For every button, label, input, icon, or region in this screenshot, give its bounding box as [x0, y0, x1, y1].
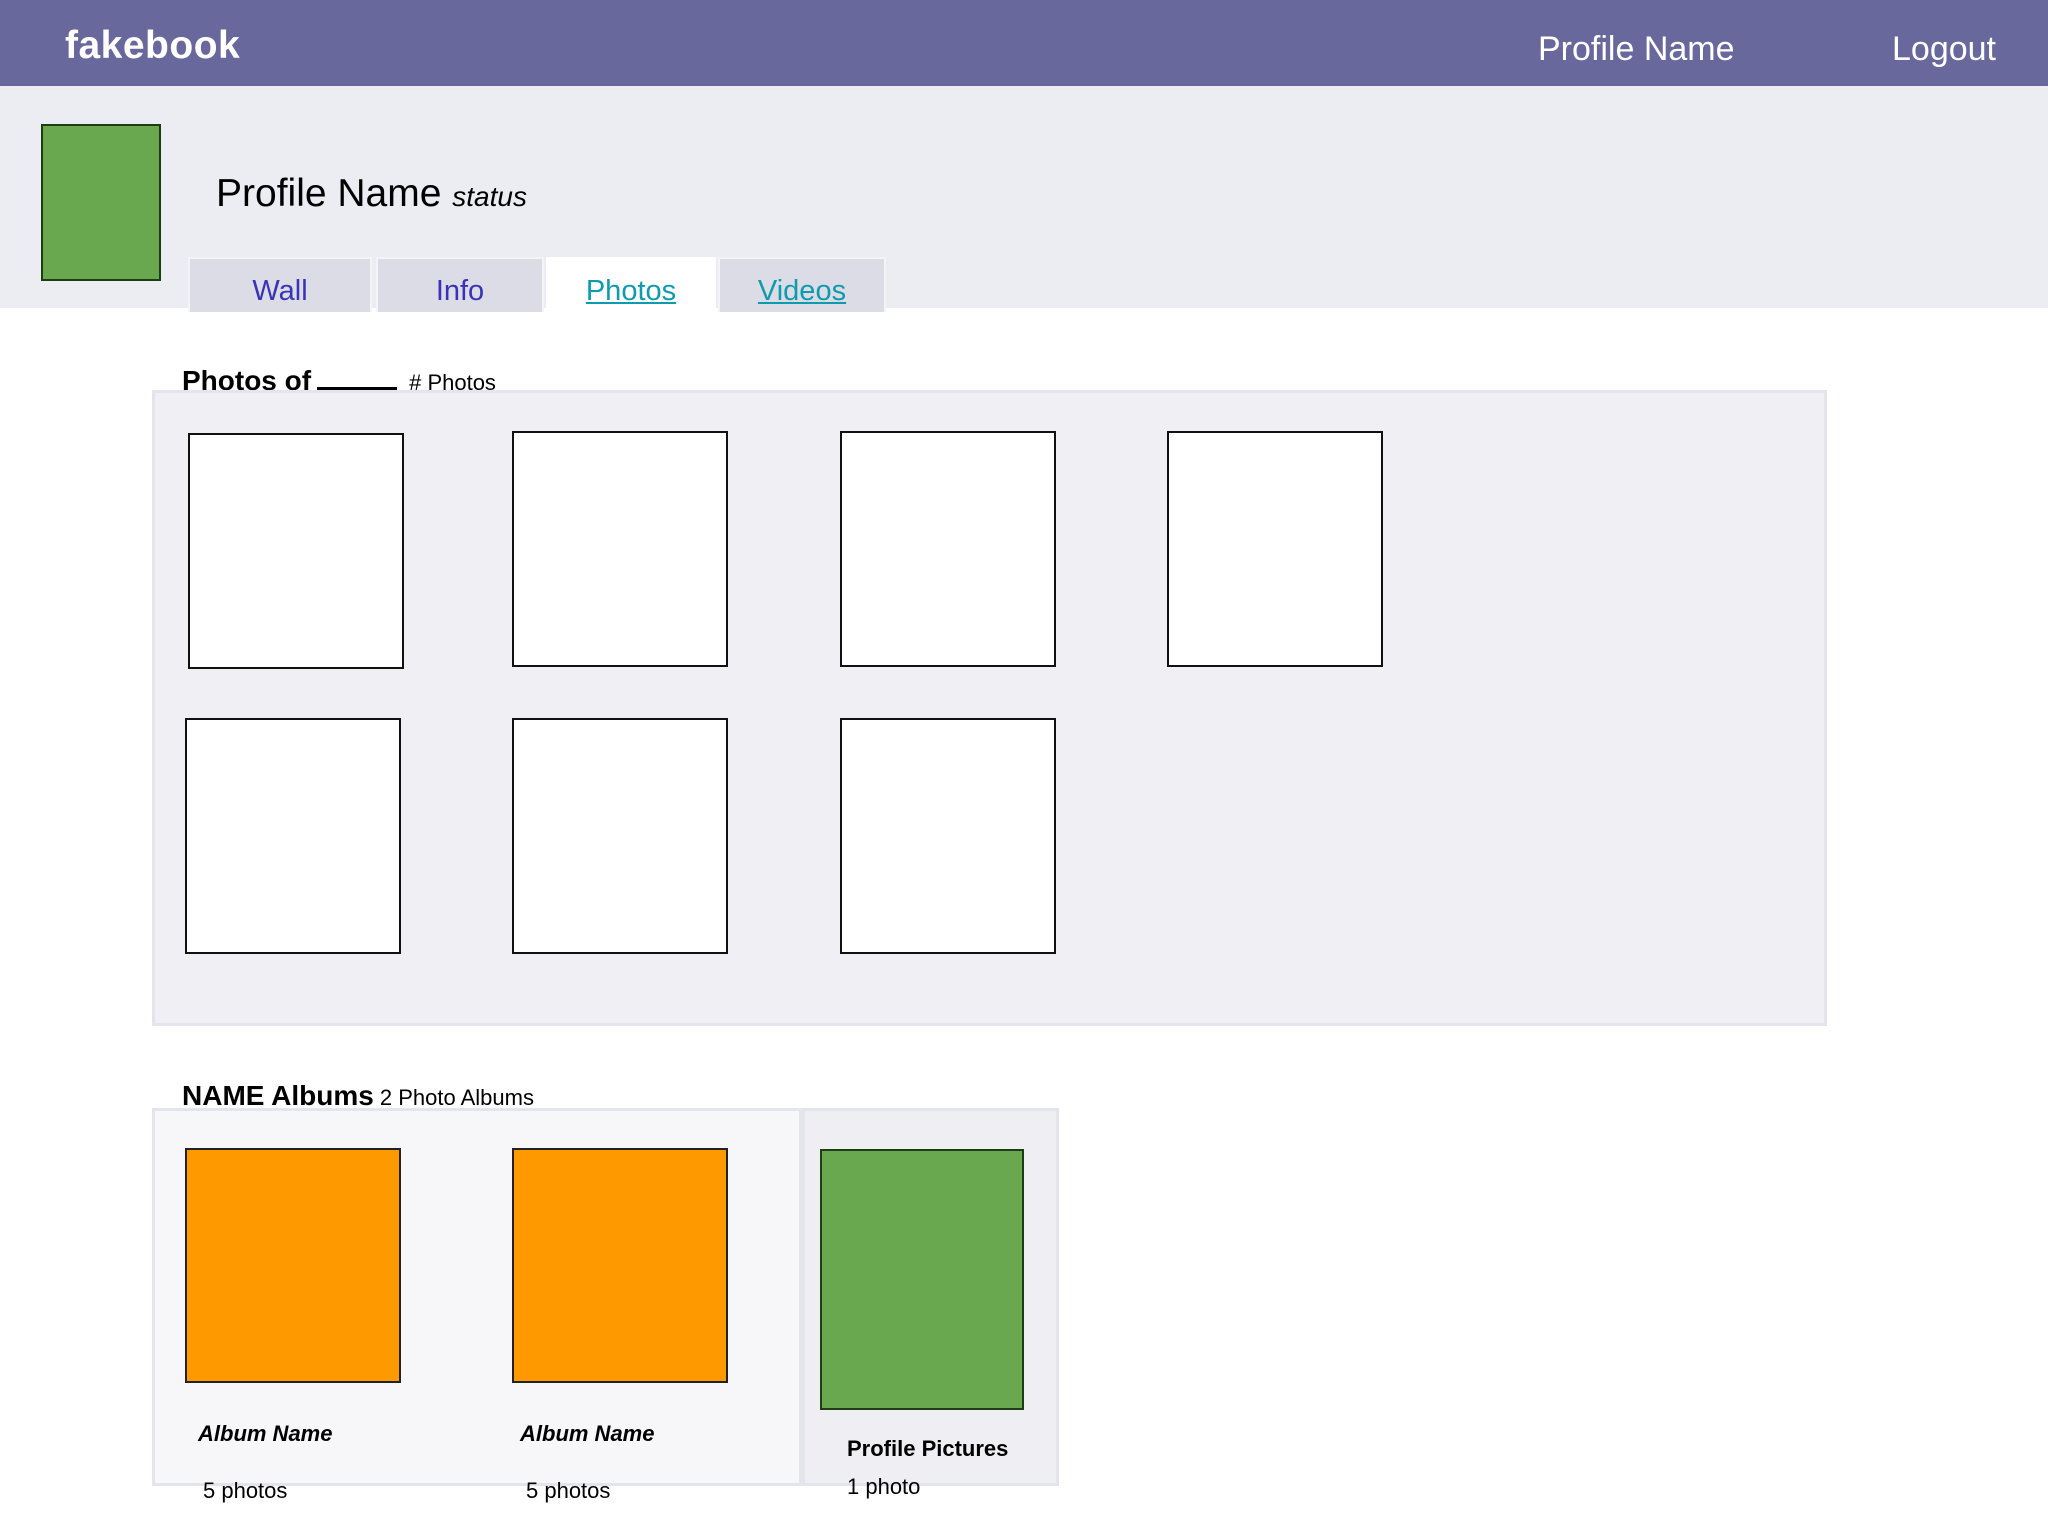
top-navbar: fakebook Profile Name Logout	[0, 0, 2048, 86]
photo-thumbnail[interactable]	[840, 431, 1056, 667]
album-name[interactable]: Album Name	[520, 1421, 654, 1447]
photo-thumbnail[interactable]	[185, 718, 401, 954]
profile-name: Profile Name	[216, 172, 442, 215]
album-name[interactable]: Album Name	[198, 1421, 332, 1447]
photo-thumbnail[interactable]	[188, 433, 404, 669]
profile-avatar[interactable]	[41, 124, 161, 281]
tab-wall[interactable]: Wall	[188, 257, 372, 312]
photo-thumbnail[interactable]	[512, 431, 728, 667]
photo-thumbnail[interactable]	[840, 718, 1056, 954]
tab-info[interactable]: Info	[376, 257, 544, 312]
photo-thumbnail[interactable]	[1167, 431, 1383, 667]
albums-title: NAME Albums	[182, 1080, 374, 1111]
app-logo[interactable]: fakebook	[65, 24, 240, 68]
profile-pictures-cover[interactable]	[820, 1149, 1024, 1410]
profile-status: status	[452, 181, 527, 212]
album-photo-count: 5 photos	[203, 1478, 288, 1503]
profile-title: Profile Name status	[216, 172, 527, 216]
logout-link[interactable]: Logout	[1892, 30, 1996, 69]
photos-name-blank	[317, 364, 398, 390]
tab-videos[interactable]: Videos	[718, 257, 886, 312]
photo-thumbnail[interactable]	[512, 718, 728, 954]
tab-photos[interactable]: Photos	[546, 257, 716, 312]
album-cover[interactable]	[512, 1148, 728, 1383]
page: fakebook Profile Name Logout Profile Nam…	[0, 0, 2048, 1536]
album-photo-count: 5 photos	[526, 1478, 611, 1503]
album-cover[interactable]	[185, 1148, 401, 1383]
profile-pictures-count: 1 photo	[847, 1474, 921, 1499]
nav-profile-name-link[interactable]: Profile Name	[1538, 30, 1735, 69]
profile-tabs: Wall Info Photos Videos	[186, 254, 888, 312]
albums-count: 2 Photo Albums	[379, 1085, 534, 1110]
profile-pictures-name[interactable]: Profile Pictures	[847, 1436, 1008, 1462]
